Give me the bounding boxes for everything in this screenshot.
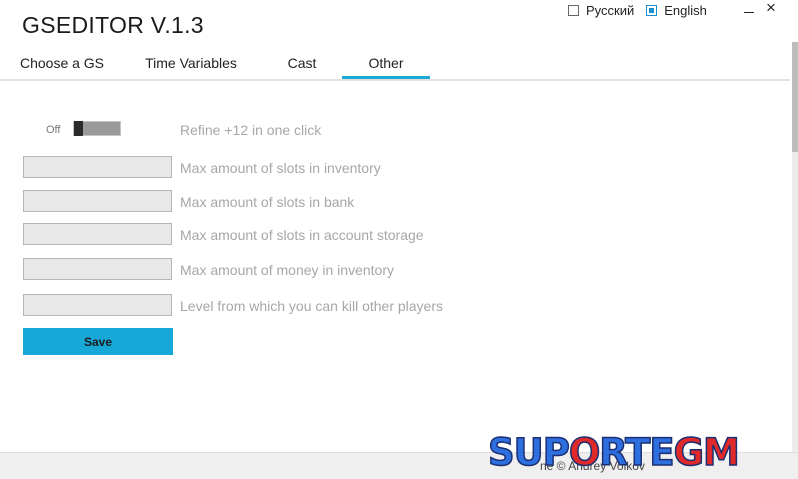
watermark-part: SUP bbox=[487, 430, 570, 475]
watermark-part: GM bbox=[673, 430, 741, 475]
english-checkbox[interactable] bbox=[646, 5, 658, 16]
app-title: GSEDITOR V.1.3 bbox=[22, 12, 204, 38]
tab-cast[interactable]: Cast bbox=[274, 50, 330, 76]
refine-toggle[interactable] bbox=[73, 121, 121, 136]
watermark-part: RTE bbox=[599, 430, 676, 475]
inventory-slots-input[interactable] bbox=[23, 156, 172, 178]
inventory-slots-label: Max amount of slots in inventory bbox=[180, 160, 381, 176]
tab-choose-gs[interactable]: Choose a GS bbox=[14, 50, 110, 76]
tab-other[interactable]: Other bbox=[342, 50, 430, 79]
pk-level-input[interactable] bbox=[23, 294, 172, 316]
russian-label: Русский bbox=[586, 3, 635, 18]
tab-divider bbox=[0, 79, 790, 81]
tab-label: Time Variables bbox=[145, 55, 237, 71]
inventory-money-input[interactable] bbox=[23, 258, 172, 280]
pk-level-label: Level from which you can kill other play… bbox=[180, 298, 444, 314]
close-icon[interactable]: × bbox=[766, 0, 776, 18]
inventory-money-label: Max amount of money in inventory bbox=[180, 262, 394, 278]
tab-label: Choose a GS bbox=[19, 55, 105, 71]
toggle-knob[interactable] bbox=[74, 121, 83, 136]
language-option-english[interactable]: English bbox=[646, 3, 707, 18]
russian-checkbox[interactable] bbox=[568, 5, 579, 16]
account-storage-slots-label: Max amount of slots in account storage bbox=[180, 227, 424, 243]
scrollbar-thumb[interactable] bbox=[792, 42, 798, 152]
refine-label: Refine +12 in one click bbox=[180, 122, 322, 138]
bank-slots-input[interactable] bbox=[23, 190, 172, 212]
english-label: English bbox=[664, 3, 707, 18]
vertical-scrollbar[interactable] bbox=[792, 42, 798, 460]
language-selector: Русский English bbox=[568, 3, 719, 18]
account-storage-slots-input[interactable] bbox=[23, 223, 172, 245]
language-option-russian[interactable]: Русский bbox=[568, 3, 634, 18]
tab-label: Cast bbox=[287, 55, 317, 71]
watermark-part: O bbox=[568, 430, 601, 475]
minimize-icon[interactable] bbox=[744, 12, 754, 13]
save-button[interactable]: Save bbox=[23, 328, 173, 355]
tab-bar: Choose a GS Time Variables Cast Other bbox=[0, 50, 790, 79]
tab-time-variables[interactable]: Time Variables bbox=[140, 50, 242, 76]
tab-label: Other bbox=[368, 55, 404, 71]
bank-slots-label: Max amount of slots in bank bbox=[180, 194, 355, 210]
toggle-state-label: Off bbox=[46, 124, 61, 136]
suportegm-watermark-logo: SUP O RTE GM bbox=[487, 430, 741, 475]
